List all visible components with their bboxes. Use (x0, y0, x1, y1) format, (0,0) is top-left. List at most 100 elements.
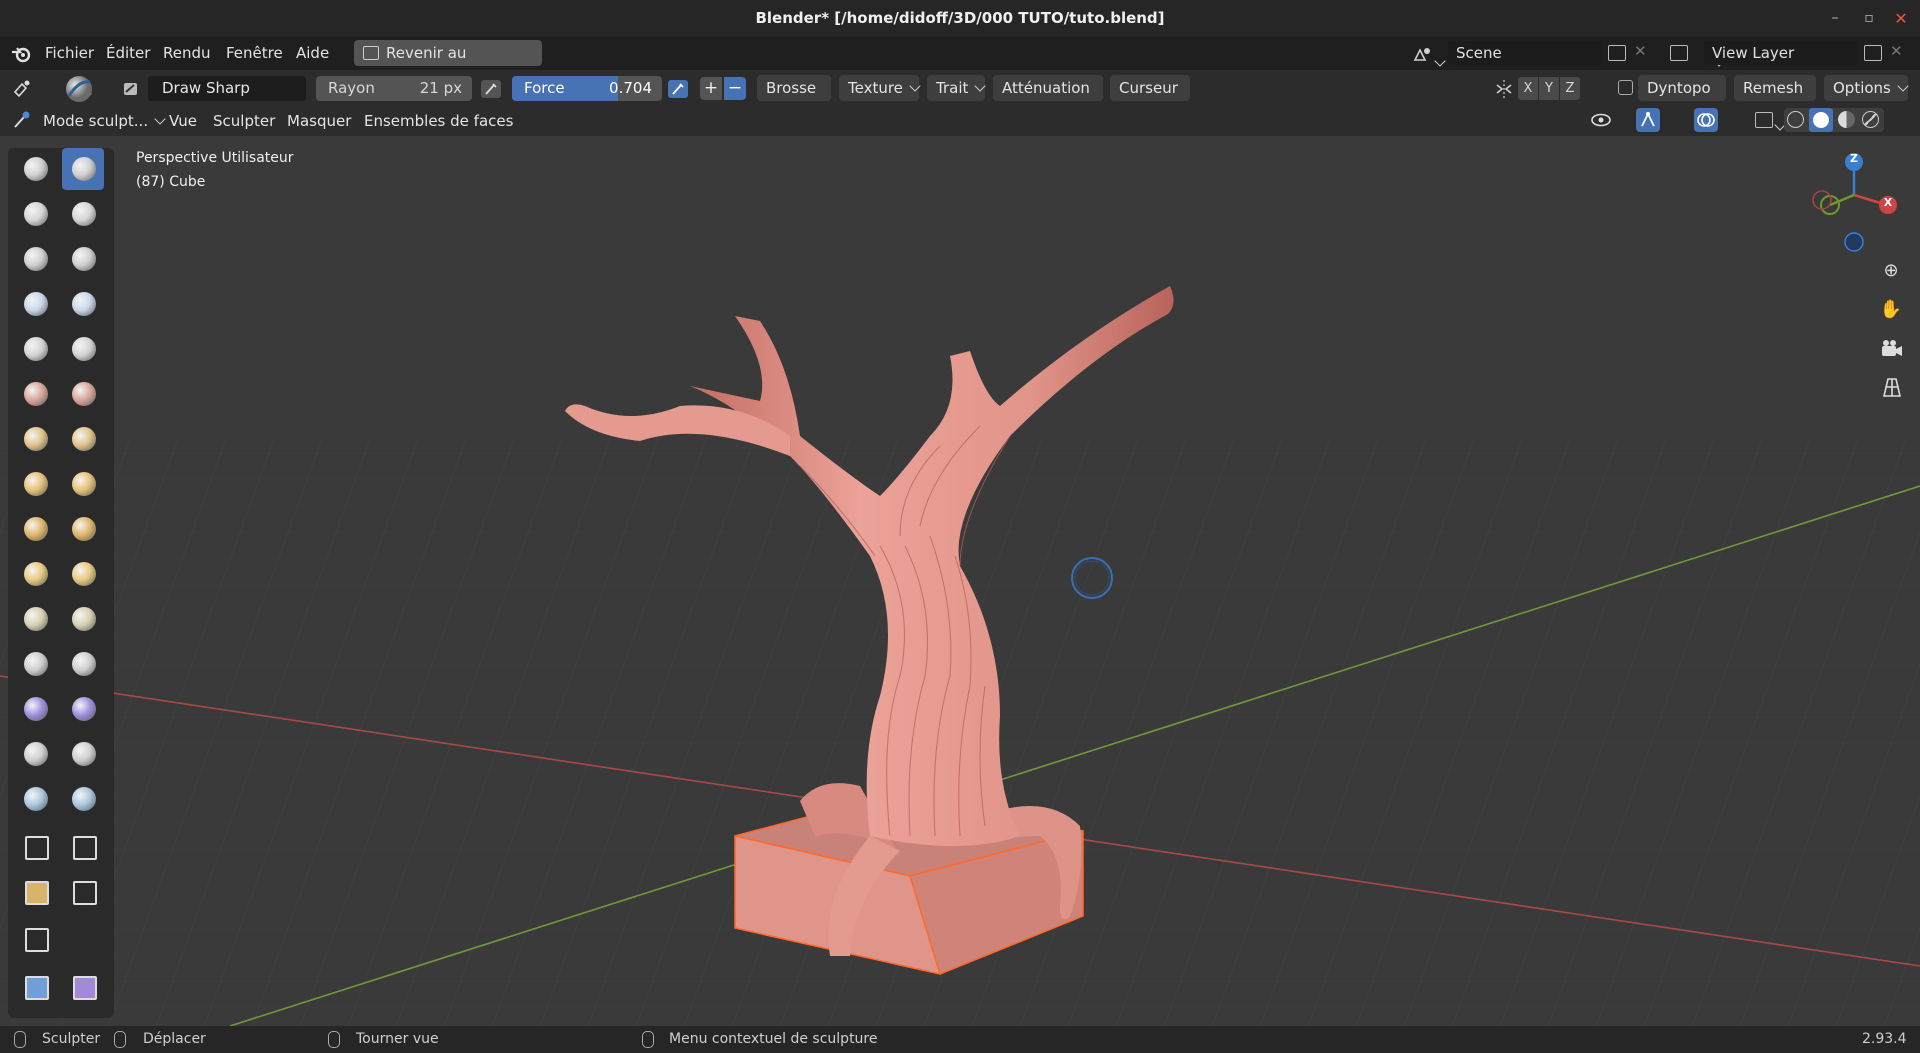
clay-brush-icon[interactable] (14, 193, 56, 235)
scene-icon[interactable] (1412, 44, 1434, 64)
clay-thumb-brush-icon[interactable] (14, 238, 56, 280)
falloff-dropdown[interactable]: Atténuation (993, 75, 1103, 118)
clay-strips-brush-icon[interactable] (62, 193, 104, 235)
rotate-brush-icon[interactable] (62, 598, 104, 640)
wireframe-shading-icon[interactable] (1787, 111, 1804, 128)
rendered-shading-icon[interactable] (1862, 111, 1879, 128)
restore-button[interactable]: ▫ (1855, 0, 1883, 37)
snake-hook-brush-icon[interactable] (62, 508, 104, 550)
nudge-brush-icon[interactable] (14, 598, 56, 640)
texture-dropdown[interactable]: Texture (839, 75, 921, 101)
menu-view[interactable]: Vue (169, 106, 197, 136)
mesh-filter-icon[interactable] (62, 871, 104, 913)
box-mask-icon[interactable] (14, 826, 56, 868)
menu-window[interactable]: Fenêtre (226, 37, 283, 70)
menu-sculpt[interactable]: Sculpter (213, 106, 275, 136)
xray-toggle-icon[interactable] (1755, 112, 1773, 128)
radius-pressure-icon[interactable] (480, 79, 502, 99)
line-project-icon[interactable] (14, 918, 56, 960)
crease-brush-icon[interactable] (14, 328, 56, 370)
smooth-brush-icon[interactable] (62, 328, 104, 370)
grab-brush-icon[interactable] (62, 463, 104, 505)
view-layer-field[interactable]: View Layer (1704, 41, 1858, 65)
close-button[interactable]: ✕ (1887, 0, 1915, 37)
material-shading-icon[interactable] (1838, 111, 1855, 128)
flatten-brush-icon[interactable] (14, 373, 56, 415)
force-pressure-icon[interactable] (667, 79, 689, 99)
view-layer-icon[interactable] (1670, 45, 1688, 61)
menu-mask[interactable]: Masquer (287, 106, 351, 136)
multires-displacement-eraser-icon[interactable] (14, 778, 56, 820)
editor-type-icon[interactable] (12, 78, 34, 98)
symmetry-icon[interactable] (1494, 79, 1514, 99)
delete-scene-icon[interactable]: ✕ (1634, 42, 1647, 60)
remesh-dropdown[interactable]: Remesh (1734, 75, 1816, 118)
status-bar (0, 1026, 1920, 1053)
cursor-dropdown[interactable]: Curseur (1110, 75, 1190, 118)
revert-button[interactable]: Revenir au précédent (354, 40, 542, 88)
options-dropdown[interactable]: Options (1824, 75, 1909, 101)
visibility-icon[interactable] (1590, 110, 1612, 130)
new-scene-icon[interactable] (1608, 45, 1626, 61)
projection-grid-icon[interactable] (1880, 376, 1904, 398)
stroke-dropdown[interactable]: Trait (927, 75, 987, 101)
pan-hand-icon[interactable]: ✋ (1876, 295, 1906, 325)
elastic-deform-brush-icon[interactable] (14, 508, 56, 550)
subtract-direction-button[interactable]: − (724, 77, 746, 100)
menu-file[interactable]: Fichier (45, 37, 94, 70)
draw-brush-icon[interactable] (14, 148, 56, 190)
mode-selector[interactable]: Mode sculpt... (43, 106, 166, 136)
boundary-brush-sphere (72, 652, 96, 676)
symmetry-z-button[interactable]: Z (1560, 77, 1580, 100)
minimize-button[interactable]: – (1821, 0, 1849, 37)
pinch-brush-icon[interactable] (14, 463, 56, 505)
transform-move-icon[interactable] (14, 966, 56, 1008)
new-view-layer-icon[interactable] (1864, 45, 1882, 61)
camera-view-icon[interactable] (1880, 338, 1904, 360)
mask-brush-icon[interactable] (14, 733, 56, 775)
simplify-brush-icon[interactable] (62, 688, 104, 730)
menu-render[interactable]: Rendu (163, 37, 211, 70)
symmetry-x-button[interactable]: X (1518, 77, 1538, 100)
brush-preview-icon[interactable] (64, 74, 94, 104)
solid-shading-button[interactable] (1809, 108, 1833, 132)
menu-edit[interactable]: Éditer (106, 37, 150, 70)
draw-sharp-brush-icon[interactable] (62, 148, 104, 190)
cloth-brush-icon[interactable] (14, 688, 56, 730)
fill-brush-sphere (72, 382, 96, 406)
zoom-icon[interactable]: ⊕ (1876, 256, 1906, 286)
slide-relax-brush-icon[interactable] (14, 643, 56, 685)
blender-logo-icon[interactable] (11, 44, 33, 64)
multires-displacement-smear-icon[interactable] (62, 778, 104, 820)
annotate-icon[interactable] (62, 966, 104, 1008)
brush-datablock-icon[interactable] (122, 80, 140, 98)
force-slider[interactable]: Force 0.704 (512, 76, 662, 101)
fill-brush-icon[interactable] (62, 373, 104, 415)
overlays-toggle-button[interactable] (1694, 108, 1718, 132)
blob-brush-sphere (72, 292, 96, 316)
scene-name-field[interactable]: Scene (1448, 41, 1602, 65)
scrape-brush-icon[interactable] (14, 418, 56, 460)
menu-help[interactable]: Aide (296, 37, 329, 70)
delete-view-layer-icon[interactable]: ✕ (1890, 42, 1903, 60)
layer-brush-icon[interactable] (62, 238, 104, 280)
3d-viewport[interactable] (0, 136, 1920, 1026)
symmetry-y-button[interactable]: Y (1539, 77, 1559, 100)
dyntopo-dropdown[interactable]: Dyntopo (1638, 75, 1726, 118)
draw-face-sets-brush-icon[interactable] (62, 733, 104, 775)
lasso-mask-icon[interactable] (14, 871, 56, 913)
brush-dropdown[interactable]: Brosse (757, 75, 831, 118)
multiplane-scrape-brush-icon[interactable] (62, 418, 104, 460)
brush-name-field[interactable]: Draw Sharp (148, 76, 306, 101)
menu-face-sets[interactable]: Ensembles de faces (364, 106, 513, 136)
radius-slider[interactable]: Rayon 21 px (316, 76, 472, 101)
boundary-brush-icon[interactable] (62, 643, 104, 685)
thumb-brush-icon[interactable] (14, 553, 56, 595)
box-hide-icon[interactable] (62, 826, 104, 868)
dyntopo-checkbox[interactable] (1618, 80, 1633, 95)
add-direction-button[interactable]: + (700, 77, 722, 100)
blob-brush-icon[interactable] (62, 283, 104, 325)
inflate-brush-icon[interactable] (14, 283, 56, 325)
gizmo-toggle-button[interactable] (1636, 108, 1660, 132)
pose-brush-icon[interactable] (62, 553, 104, 595)
